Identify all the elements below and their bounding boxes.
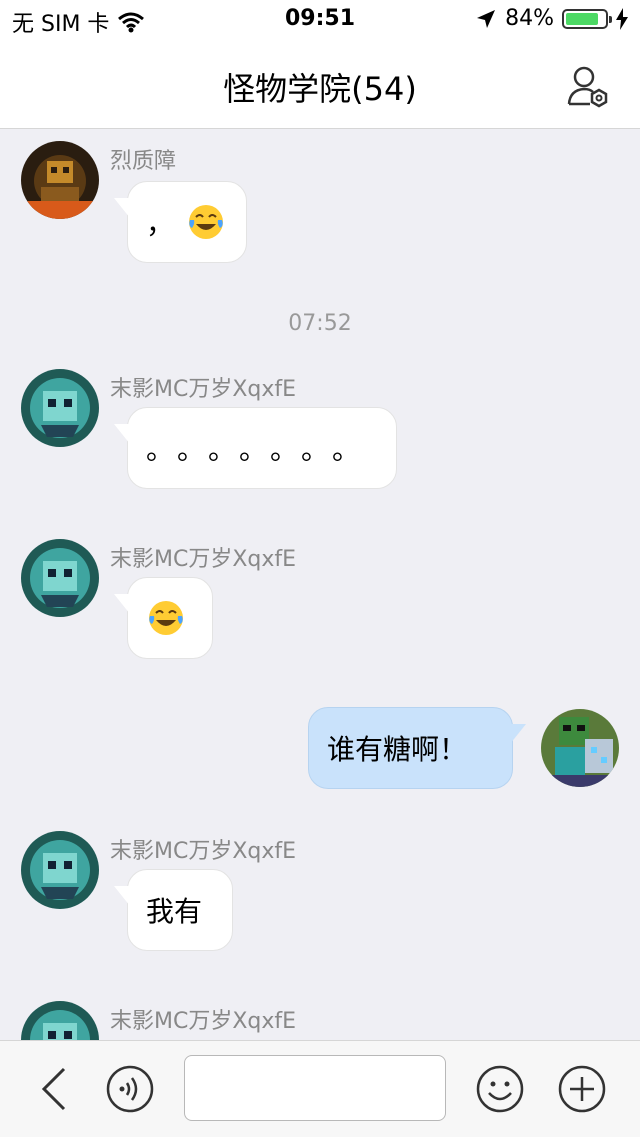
own-avatar[interactable] [541, 709, 619, 787]
plus-circle-icon[interactable] [558, 1065, 606, 1113]
sender-name: 烈质障 [110, 149, 177, 174]
emoji-face-icon[interactable] [476, 1065, 524, 1113]
sender-name: 末影MC万岁XqxfE [110, 1009, 297, 1034]
location-arrow-icon [477, 9, 496, 28]
nav-bar: 怪物学院(54) [0, 40, 640, 129]
sender-name: 末影MC万岁XqxfE [110, 547, 297, 572]
chat-area[interactable]: 烈质障 ， 07:52 末影MC万岁XqxfE 。。。。。。。 末影MC万岁Xq… [0, 129, 640, 1040]
sender-name: 末影MC万岁XqxfE [110, 377, 297, 402]
message-input[interactable] [184, 1055, 446, 1121]
tears-of-joy-emoji [149, 601, 183, 635]
avatar[interactable] [21, 369, 99, 447]
group-settings-icon[interactable] [566, 64, 610, 108]
battery-percent: 84% [505, 6, 554, 31]
group-title: 怪物学院(54) [223, 70, 417, 108]
input-toolbar [0, 1040, 640, 1137]
timestamp: 07:52 [288, 311, 352, 336]
sender-name: 末影MC万岁XqxfE [110, 839, 297, 864]
message-text: ， [146, 207, 175, 240]
avatar[interactable] [21, 141, 99, 219]
message-bubble[interactable] [114, 577, 213, 659]
status-bar: 无 SIM 卡 09:51 84% [0, 0, 640, 40]
avatar[interactable] [21, 1001, 99, 1040]
message-text: 谁有糖啊！ [327, 733, 468, 766]
voice-icon[interactable] [106, 1065, 154, 1113]
message-bubble-own[interactable]: 谁有糖啊！ [308, 707, 526, 789]
avatar[interactable] [21, 539, 99, 617]
message-bubble[interactable]: 我有 [114, 869, 233, 951]
charging-bolt-icon [616, 7, 628, 30]
message-text: 我有 [146, 895, 203, 928]
avatar[interactable] [21, 831, 99, 909]
message-text: 。。。。。。。 [146, 433, 378, 466]
message-bubble[interactable]: 。。。。。。。 [114, 407, 397, 489]
tears-of-joy-emoji [189, 205, 224, 239]
back-chevron-icon[interactable] [32, 1065, 80, 1113]
status-right: 84% [475, 6, 628, 31]
message-bubble[interactable]: ， [114, 181, 247, 263]
battery-icon [562, 8, 612, 29]
